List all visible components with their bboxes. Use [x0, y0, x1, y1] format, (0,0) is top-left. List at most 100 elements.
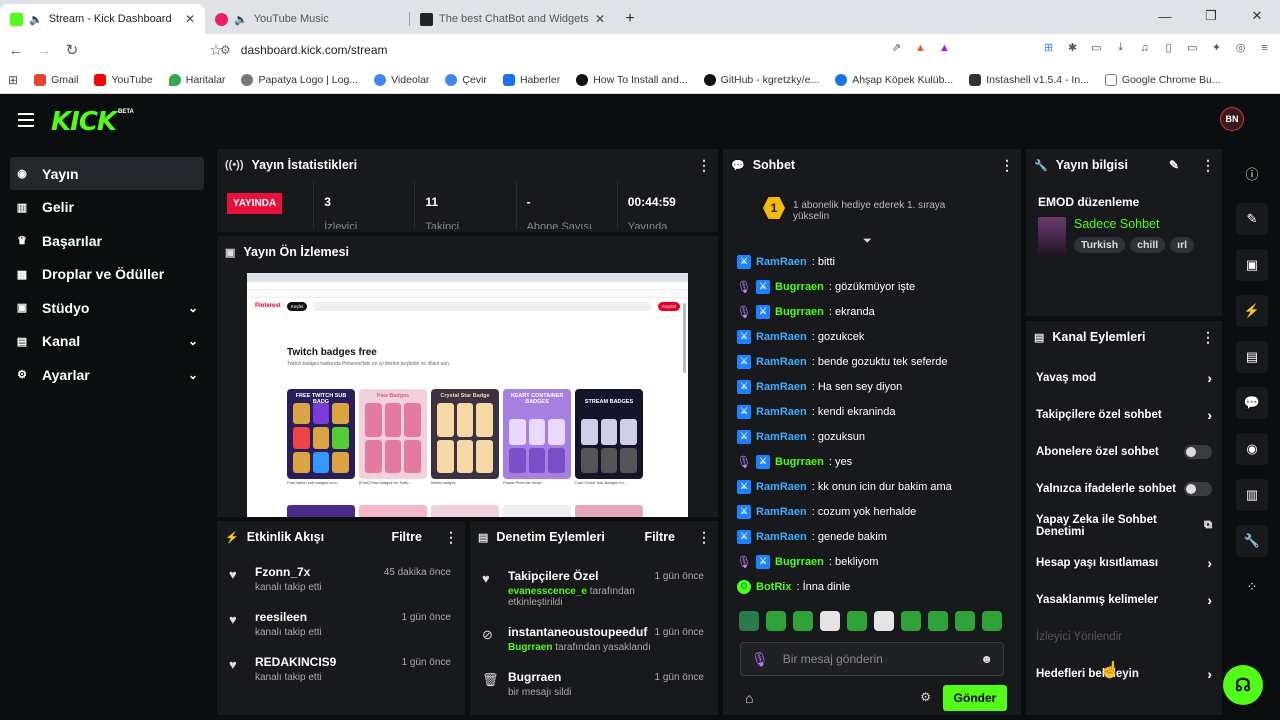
chat-settings-gear-icon[interactable]: ⚙	[920, 690, 931, 704]
sidebar-icon[interactable]: ▯	[1161, 40, 1176, 55]
sidebar-item-yayin[interactable]: ◉ Yayın	[10, 157, 204, 190]
chat-username[interactable]: RamRaen	[756, 406, 807, 418]
document-icon[interactable]: ▤	[1236, 341, 1268, 373]
emote-icon[interactable]	[955, 611, 975, 631]
sidebar-item-droplar[interactable]: ▦ Droplar ve Ödüller	[10, 258, 204, 291]
sidebar-item-basarilar[interactable]: ♛ Başarılar	[10, 224, 204, 257]
subscribers-only-toggle[interactable]	[1184, 444, 1212, 459]
browser-tab-botrix[interactable]: The best ChatBot and Widgets for Kic ✕	[410, 4, 615, 34]
menu-icon[interactable]: ≡	[1257, 40, 1272, 55]
close-tab-icon[interactable]: ✕	[595, 12, 605, 26]
lightning-icon[interactable]: ⚡	[1236, 295, 1268, 327]
send-button[interactable]: Gönder	[943, 685, 1007, 711]
broadcast-icon[interactable]: ◉	[1236, 433, 1268, 465]
chat-username[interactable]: RamRaen	[756, 356, 807, 368]
chat-username[interactable]: Bugrraen	[775, 456, 824, 468]
chat-username[interactable]: BotRix	[756, 581, 791, 593]
slow-mode-setting[interactable]: Yavaş mod ›	[1026, 359, 1222, 396]
chat-username[interactable]: Bugrraen	[775, 556, 824, 568]
chat-username[interactable]: Bugrraen	[775, 281, 824, 293]
brave-shield-icon[interactable]: ▲	[913, 40, 928, 55]
ai-moderation-setting[interactable]: Yapay Zeka ile Sohbet Denetimi ⧉	[1026, 507, 1222, 544]
sidebar-item-studyo[interactable]: ▣ Stüdyo ⌄	[10, 291, 204, 324]
new-tab-button[interactable]: +	[615, 4, 645, 34]
emote-icon[interactable]	[928, 611, 948, 631]
sidebar-item-ayarlar[interactable]: ⚙ Ayarlar ⌄	[10, 358, 204, 391]
emote-icon[interactable]	[820, 611, 840, 631]
kick-logo[interactable]: KICK	[51, 107, 117, 137]
wrench-icon[interactable]: 🔧	[1236, 525, 1268, 557]
filter-button[interactable]: Filtre	[644, 530, 675, 544]
bookmark-papatya[interactable]: Papatya Logo | Log...	[241, 73, 358, 86]
account-age-setting[interactable]: Hesap yaşı kısıtlaması ›	[1026, 544, 1222, 581]
bookmark-chrome[interactable]: Google Chrome Bu...	[1104, 73, 1221, 86]
maximize-icon[interactable]: ❐	[1188, 0, 1234, 32]
wallet-icon[interactable]: ▭	[1185, 40, 1200, 55]
edit-pencil-icon[interactable]: ✎	[1169, 158, 1179, 172]
translate-icon[interactable]: ⊞	[1041, 40, 1056, 55]
share-icon[interactable]: ⇗	[889, 40, 904, 55]
download-icon[interactable]: ⤓	[1113, 40, 1128, 55]
music-icon[interactable]: ♫	[1137, 40, 1152, 55]
extension-puzzle-icon[interactable]: ✱	[1065, 40, 1080, 55]
emote-icon[interactable]	[766, 611, 786, 631]
close-window-icon[interactable]: ✕	[1234, 0, 1280, 32]
minimize-icon[interactable]: —	[1142, 0, 1188, 32]
chat-username[interactable]: Bugrraen	[775, 306, 824, 318]
moderation-icon[interactable]: ▥	[1236, 479, 1268, 511]
bookmark-gmail[interactable]: Gmail	[34, 73, 78, 86]
edit-pencil-icon[interactable]: ✎	[1236, 203, 1268, 235]
preview-icon[interactable]: ▣	[1236, 249, 1268, 281]
close-tab-icon[interactable]: ✕	[185, 12, 195, 26]
more-options-icon[interactable]: ⋮	[1201, 329, 1215, 346]
chat-username[interactable]: RamRaen	[756, 256, 807, 268]
chat-input[interactable]: 🎙 Bir mesaj gönderin ☻	[740, 642, 1004, 676]
emoji-icon[interactable]: ☻	[980, 652, 993, 666]
bookmark-haritalar[interactable]: Haritalar	[168, 73, 225, 86]
bookmark-github[interactable]: GitHub - kgretzky/e...	[703, 73, 819, 86]
chat-bubble-icon[interactable]: 💬	[1236, 387, 1268, 419]
layout-icon[interactable]: ⁘	[1236, 571, 1268, 603]
microphone-icon[interactable]: 🎙	[751, 651, 769, 668]
chat-username[interactable]: RamRaen	[756, 481, 807, 493]
stream-preview-video[interactable]: Pinterest Keşfet Kaydol Twitch badges fr…	[247, 273, 688, 517]
filter-button[interactable]: Filtre	[391, 530, 422, 544]
bookmark-videolar[interactable]: Videolar	[374, 73, 429, 86]
rewards-icon[interactable]: ▲	[937, 40, 952, 55]
hamburger-menu-icon[interactable]	[18, 113, 34, 127]
more-options-icon[interactable]: ⋮	[1000, 157, 1014, 174]
bookmark-haberler[interactable]: Haberler	[502, 73, 560, 86]
back-icon[interactable]: ←	[4, 42, 28, 59]
bookmark-ahsap[interactable]: Ahşap Köpek Kulüb...	[835, 73, 953, 86]
emotes-only-toggle[interactable]	[1184, 481, 1212, 496]
browser-tab-kick[interactable]: 🔈 Stream - Kick Dashboard ✕	[0, 4, 205, 34]
chat-username[interactable]: RamRaen	[756, 331, 807, 343]
banned-words-setting[interactable]: Yasaklanmış kelimeler ›	[1026, 581, 1222, 618]
forward-icon[interactable]: →	[32, 42, 56, 59]
site-info-icon[interactable]: ⚙	[220, 43, 231, 57]
set-goals-setting[interactable]: Hedefleri belirleyin ›	[1026, 655, 1222, 692]
bookmark-how-to-install[interactable]: How To Install and...	[576, 73, 688, 86]
more-options-icon[interactable]: ⋮	[697, 157, 711, 174]
user-avatar[interactable]: BN	[1220, 107, 1244, 131]
more-options-icon[interactable]: ⋮	[697, 529, 711, 546]
sidebar-item-gelir[interactable]: ▥ Gelir	[10, 191, 204, 224]
chat-bot-store-icon[interactable]: ⌂	[745, 690, 753, 706]
followers-only-setting[interactable]: Takipçilere özel sohbet ›	[1026, 396, 1222, 433]
emote-icon[interactable]	[901, 611, 921, 631]
bookmark-cevir[interactable]: Çevir	[445, 73, 487, 86]
chat-username[interactable]: RamRaen	[756, 431, 807, 443]
chat-username[interactable]: RamRaen	[756, 531, 807, 543]
stream-category[interactable]: Sadece Sohbet	[1074, 217, 1194, 231]
vpn-icon[interactable]: ◎	[1233, 40, 1248, 55]
url-text[interactable]: dashboard.kick.com/stream	[241, 43, 388, 57]
leo-ai-icon[interactable]: ✦	[1209, 40, 1224, 55]
emote-icon[interactable]	[982, 611, 1002, 631]
bookmark-youtube[interactable]: YouTube	[94, 73, 153, 86]
more-options-icon[interactable]: ⋮	[1201, 157, 1215, 174]
apps-grid-icon[interactable]: ⊞	[8, 73, 18, 87]
chat-username[interactable]: RamRaen	[756, 381, 807, 393]
emote-icon[interactable]	[874, 611, 894, 631]
sidebar-item-kanal[interactable]: ▤ Kanal ⌄	[10, 325, 204, 358]
bookmark-instashell[interactable]: Instashell v1.5.4 - In...	[969, 73, 1089, 86]
